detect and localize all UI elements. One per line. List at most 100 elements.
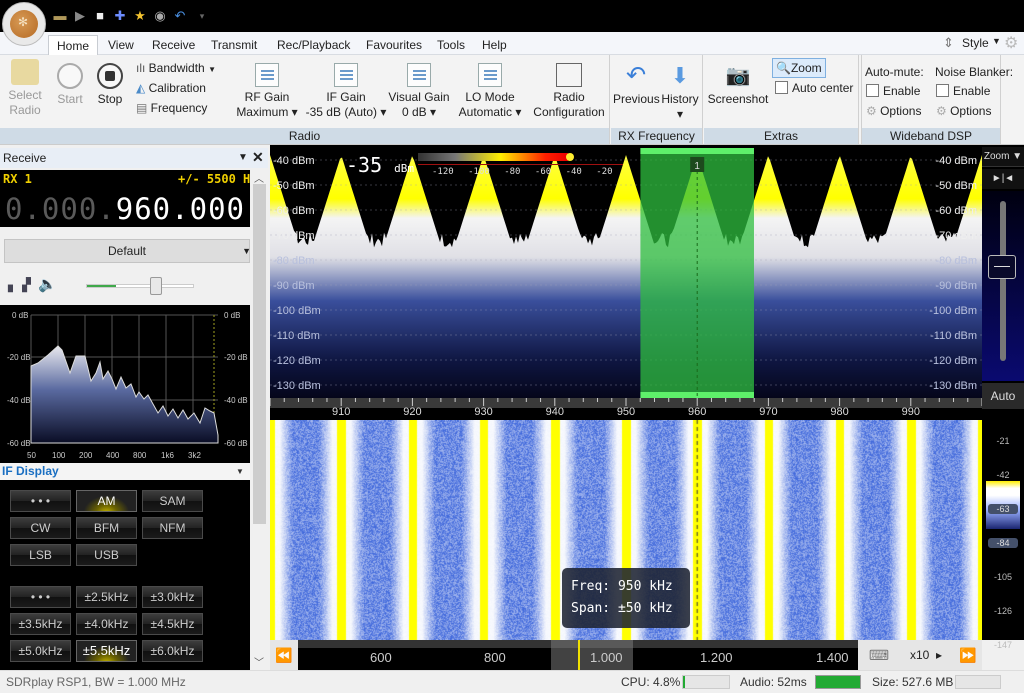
tab-transmit[interactable]: Transmit (203, 35, 265, 55)
panel-menu-chevron-icon[interactable]: ▼ (238, 148, 248, 168)
mode-more-button[interactable]: • • • (10, 490, 71, 512)
overview-frequency-scroller[interactable]: ⏪ 600 800 1.000 1.200 1.400 ⌨ x10 ▸ ⏩ (270, 640, 982, 670)
right-control-bar: Zoom ▼ ►|◄ Auto -21 -42 -63 -84 -105 -126 -147 (982, 145, 1024, 650)
mode-cw-button[interactable]: CW (10, 517, 71, 539)
extras-group: 📷 Screenshot 🔍Zoom Auto center Extras (704, 55, 859, 144)
screenshot-button[interactable]: 📷 Screenshot (706, 63, 770, 107)
zoom-factor-button[interactable]: x10 ▸ (900, 642, 952, 668)
bw-6-0-button[interactable]: ±6.0kHz (142, 640, 203, 662)
lo-mode-dropdown[interactable]: LO Mode Automatic ▾ (454, 63, 526, 120)
scroll-up-icon[interactable]: ︿ (254, 170, 264, 185)
calibration-button[interactable]: ◭ Calibration (136, 79, 206, 97)
db-label: -120 dBm (273, 355, 321, 367)
zoom-slider[interactable] (982, 191, 1024, 381)
camera-icon[interactable]: ◉ (152, 8, 168, 24)
signal-meter-indicator (566, 153, 574, 161)
auto-center-checkbox[interactable]: Auto center (775, 79, 853, 97)
bw-more-button[interactable]: • • • (10, 586, 71, 608)
if-display-header[interactable]: IF Display ▼ (0, 463, 250, 480)
bw-4-0-button[interactable]: ±4.0kHz (76, 613, 137, 635)
tab-home[interactable]: Home (48, 35, 99, 57)
scroll-down-icon[interactable]: ﹀ (254, 654, 264, 669)
noise-blanker-enable-checkbox[interactable]: Enable (936, 82, 990, 100)
bw-4-5-button[interactable]: ±4.5kHz (142, 613, 203, 635)
db-label: -40 dBm (273, 155, 315, 167)
equalizer-icon[interactable]: ▖▗▘ (8, 277, 36, 293)
tab-help[interactable]: Help (474, 35, 515, 55)
style-icon: ⇕ (943, 35, 954, 50)
tab-receive[interactable]: Receive (144, 35, 203, 55)
previous-button[interactable]: ↶ Previous (613, 63, 660, 107)
settings-gear-icon[interactable]: ⚙ (1004, 33, 1018, 53)
scrollbar-thumb[interactable] (253, 184, 266, 524)
db-label: -40 dBm (935, 155, 977, 167)
mode-bfm-button[interactable]: BFM (76, 517, 137, 539)
volume-slider-thumb[interactable] (149, 277, 162, 295)
receive-panel-scrollbar[interactable]: ︿ ﹀ (251, 170, 268, 669)
stop-icon[interactable]: ■ (92, 8, 108, 24)
mode-lsb-button[interactable]: LSB (10, 544, 71, 566)
audio-y-label: -60 dB (224, 439, 248, 448)
tab-rec-playback[interactable]: Rec/Playback (269, 35, 358, 55)
add-icon[interactable]: ✚ (112, 8, 128, 24)
waterfall-color-scale[interactable]: -21 -42 -63 -84 -105 -126 -147 (982, 411, 1024, 650)
bw-2-5-button[interactable]: ±2.5kHz (76, 586, 137, 608)
mode-usb-button[interactable]: USB (76, 544, 137, 566)
undo-icon[interactable]: ↶ (172, 8, 188, 24)
rx-frequency-group-label: RX Frequency (611, 128, 702, 144)
folder-icon[interactable]: ▬ (52, 8, 68, 24)
stop-button[interactable]: Stop (92, 63, 128, 107)
spectrum-display[interactable]: -40 dBm -40 dBm -50 dBm -50 dBm -60 dBm -60 d… (270, 145, 982, 420)
mode-sam-button[interactable]: SAM (142, 490, 203, 512)
speaker-icon[interactable]: 🔈 (38, 275, 57, 293)
freq-axis-label: 990 (902, 406, 920, 418)
bw-5-0-button[interactable]: ±5.0kHz (10, 640, 71, 662)
frequency-display[interactable]: RX 1 +/- 5500 H 0.000.960.000 (0, 170, 250, 227)
mode-nfm-button[interactable]: NFM (142, 517, 203, 539)
auto-mute-options-button[interactable]: ⚙ Options (866, 102, 921, 120)
menu-bar: Home View Receive Transmit Rec/Playback … (0, 32, 1024, 57)
favourite-star-icon[interactable]: ★ (132, 8, 148, 24)
tab-favourites[interactable]: Favourites (358, 35, 430, 55)
app-menu-button[interactable] (2, 2, 46, 46)
zoom-button[interactable]: 🔍Zoom (772, 58, 826, 78)
auto-button[interactable]: Auto (982, 383, 1024, 409)
style-dropdown[interactable]: Style (962, 36, 989, 50)
close-icon[interactable]: ✕ (252, 147, 264, 167)
zoom-slider-thumb[interactable] (988, 255, 1016, 279)
scroll-left-button[interactable]: ⏪ (272, 642, 296, 668)
start-button[interactable]: Start (52, 63, 88, 107)
mode-am-button[interactable]: AM (76, 490, 137, 512)
keyboard-icon[interactable]: ⌨ (860, 642, 898, 668)
frequency-digits[interactable]: 960.000 (116, 192, 245, 226)
tab-tools[interactable]: Tools (429, 35, 473, 55)
select-radio-button[interactable]: Select Radio (4, 59, 46, 118)
bw-3-0-button[interactable]: ±3.0kHz (142, 586, 203, 608)
bandwidth-button[interactable]: ılı Bandwidth ▼ (136, 59, 216, 79)
bw-3-5-button[interactable]: ±3.5kHz (10, 613, 71, 635)
visual-gain-dropdown[interactable]: Visual Gain 0 dB ▾ (388, 63, 450, 120)
radio-configuration-button[interactable]: Radio Configuration (530, 63, 608, 120)
rf-gain-dropdown[interactable]: RF Gain Maximum ▾ (232, 63, 302, 120)
play-icon[interactable]: ▶ (72, 8, 88, 24)
status-bar: SDRplay RSP1, BW = 1.000 MHz CPU: 4.8% A… (0, 670, 1024, 693)
rx-label: RX 1 (3, 172, 32, 186)
frequency-button[interactable]: ▤ Frequency (136, 99, 207, 117)
noise-blanker-options-button[interactable]: ⚙ Options (936, 102, 991, 120)
zoom-dropdown[interactable]: Zoom ▼ (982, 147, 1024, 167)
waterfall-display[interactable]: Freq: 950 kHz Span: ±50 kHz (270, 420, 982, 640)
tab-view[interactable]: View (100, 35, 142, 55)
auto-mute-enable-checkbox[interactable]: Enable (866, 82, 920, 100)
dropdown-icon[interactable]: ▾ (194, 8, 210, 24)
bw-5-5-button[interactable]: ±5.5kHz (76, 640, 137, 662)
history-button[interactable]: ⬇ History ▾ (659, 63, 701, 122)
center-zoom-icon[interactable]: ►|◄ (982, 169, 1024, 189)
if-display-panel: • • • AM SAM CW BFM NFM LSB USB • • • ±2… (0, 480, 250, 670)
vfo-top-bar (640, 148, 754, 154)
volume-slider[interactable] (86, 277, 194, 295)
if-gain-dropdown[interactable]: IF Gain -35 dB (Auto) ▾ (304, 63, 388, 120)
size-status: Size: 527.6 MB (872, 675, 954, 689)
scroll-right-button[interactable]: ⏩ (956, 642, 980, 668)
profile-dropdown[interactable]: Default ▼ (4, 239, 251, 263)
chevron-down-icon[interactable]: ▼ (992, 36, 1001, 46)
